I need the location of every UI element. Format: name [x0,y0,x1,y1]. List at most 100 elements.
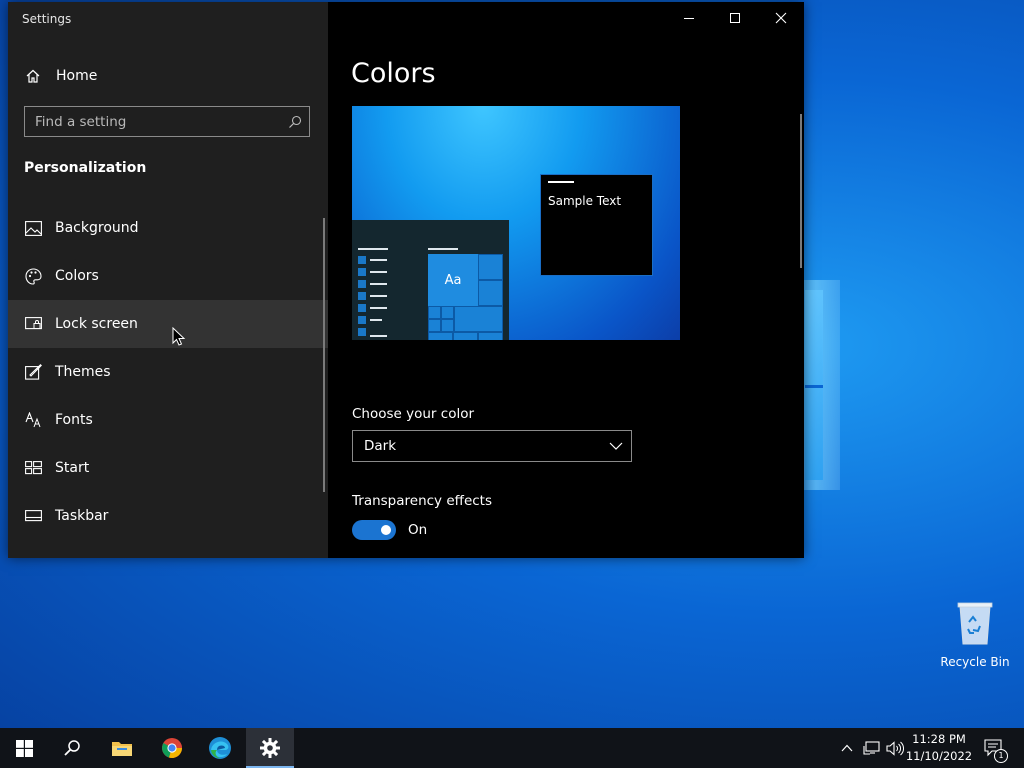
preview-line [428,248,458,250]
transparency-toggle[interactable] [352,520,396,540]
volume-icon [886,740,904,756]
chrome-icon [162,738,182,758]
palette-icon [24,267,42,285]
choose-color-value: Dark [364,438,397,454]
volume-tray-button[interactable] [884,728,906,768]
wallpaper-pane-divider [805,385,823,388]
preview-line [370,259,387,261]
main-scrollbar[interactable] [800,114,802,268]
preview-square [358,256,366,264]
transparency-label: Transparency effects [352,493,492,509]
search-icon [64,740,80,756]
close-icon [775,12,787,24]
sidebar-item-label: Themes [55,364,111,380]
toggle-knob [381,525,391,535]
edge-icon [209,737,231,759]
preview-tile [454,306,503,332]
themes-icon [24,363,42,381]
close-button[interactable] [758,2,804,34]
preview-square [358,268,366,276]
home-nav-button[interactable]: Home [24,64,97,88]
preview-sample-text: Sample Text [548,194,622,208]
file-explorer-taskbar-button[interactable] [98,728,146,768]
preview-line [370,271,387,273]
preview-line [370,335,387,337]
sidebar-item-start[interactable]: Start [8,444,328,492]
choose-color-dropdown[interactable]: Dark [352,430,632,462]
colors-page: Colors Aa Sample Text Choose your color … [328,2,804,558]
chrome-taskbar-button[interactable] [148,728,196,768]
transparency-state: On [408,522,428,538]
preview-line [370,307,387,309]
show-hidden-icons-button[interactable] [838,728,856,768]
preview-line [370,283,387,285]
start-button[interactable] [0,728,48,768]
recycle-bin-icon [957,602,993,645]
find-setting-input[interactable] [25,112,281,131]
file-explorer-icon [112,742,132,756]
lock-screen-icon [24,315,42,333]
settings-taskbar-button[interactable] [246,728,294,768]
preview-tile [478,254,503,280]
preview-tile [428,319,441,332]
preview-line [370,319,382,321]
fonts-icon [24,411,42,429]
preview-sample-window: Sample Text [540,174,653,276]
chevron-down-icon [609,442,623,450]
color-preview: Aa Sample Text [352,106,680,340]
notification-count-badge: 1 [994,749,1008,763]
taskbar-search-button[interactable] [48,728,96,768]
notification-count: 1 [994,749,1008,763]
recycle-bin-desktop-icon[interactable]: Recycle Bin [938,600,1012,669]
sidebar-item-themes[interactable]: Themes [8,348,328,396]
preview-square [358,316,366,324]
maximize-icon [730,13,740,23]
minimize-button[interactable] [666,2,712,34]
sidebar-item-label: Colors [55,268,99,284]
network-tray-button[interactable] [860,728,882,768]
preview-tile [478,332,503,340]
page-title: Colors [351,58,436,89]
search-icon[interactable] [281,115,309,129]
maximize-button[interactable] [712,2,758,34]
taskbar-icon [24,507,42,525]
sidebar-item-colors[interactable]: Colors [8,252,328,300]
settings-window: Settings Home Personalization Background [8,2,804,558]
settings-gear-icon [260,738,280,758]
sidebar-item-label: Start [55,460,90,476]
mouse-cursor-icon [172,327,186,346]
windows-start-icon [15,739,33,757]
window-controls [666,2,804,34]
clock-time: 11:28 PM [912,732,966,746]
window-title: Settings [22,12,72,26]
sidebar-scrollbar[interactable] [323,218,325,492]
network-icon [862,740,880,755]
recycle-bin-label: Recycle Bin [940,655,1010,669]
taskbar: 11:28 PM 11/10/2022 [0,728,1024,768]
preview-tile [441,306,454,319]
taskbar-clock[interactable]: 11:28 PM 11/10/2022 [905,731,973,765]
preview-tile [453,332,478,340]
preview-square [358,292,366,300]
sidebar-item-fonts[interactable]: Fonts [8,396,328,444]
chevron-up-icon [841,744,853,752]
find-setting-search-box[interactable] [24,106,310,137]
start-icon [24,459,42,477]
preview-line [358,248,388,250]
preview-square [358,304,366,312]
sidebar-item-label: Fonts [55,412,93,428]
sidebar-item-label: Taskbar [55,508,109,524]
sidebar-item-lock-screen[interactable]: Lock screen [8,300,328,348]
sidebar-item-label: Lock screen [55,316,138,332]
clock-date: 11/10/2022 [905,749,973,763]
choose-color-label: Choose your color [352,406,475,422]
personalization-nav-list: Background Colors Lock screen Themes Fon… [8,204,328,540]
sidebar-item-taskbar[interactable]: Taskbar [8,492,328,540]
sidebar-item-label: Background [55,220,139,236]
preview-square [358,280,366,288]
preview-square [358,328,366,336]
edge-taskbar-button[interactable] [196,728,244,768]
preview-tile [428,332,453,340]
preview-tile [441,319,454,332]
sidebar-item-background[interactable]: Background [8,204,328,252]
